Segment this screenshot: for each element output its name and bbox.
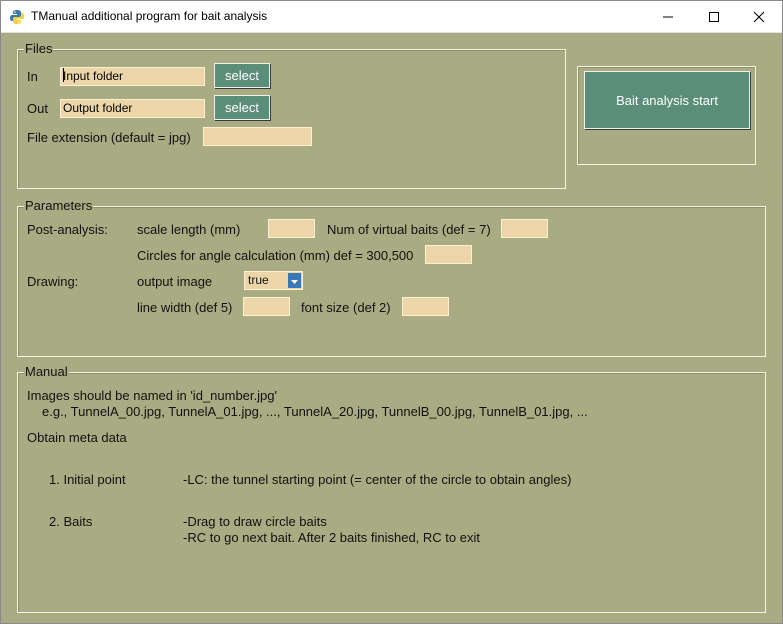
step2-description-2: -RC to go next bait. After 2 baits finis… bbox=[183, 530, 480, 545]
step2-description-1: -Drag to draw circle baits bbox=[183, 514, 327, 529]
select-output-button[interactable]: select bbox=[214, 95, 270, 120]
files-group: Files In Input folder select Out Output … bbox=[17, 41, 566, 189]
manual-line-meta: Obtain meta data bbox=[27, 430, 127, 445]
minimize-icon bbox=[663, 16, 673, 17]
in-label: In bbox=[27, 69, 38, 84]
manual-line-naming: Images should be named in 'id_number.jpg… bbox=[27, 388, 277, 403]
step1-description: -LC: the tunnel starting point (= center… bbox=[183, 472, 572, 487]
drawing-label: Drawing: bbox=[27, 274, 79, 289]
file-extension-label: File extension (default = jpg) bbox=[27, 130, 191, 145]
start-frame: Bait analysis start bbox=[577, 66, 756, 165]
text-cursor bbox=[63, 68, 64, 82]
python-logo-icon bbox=[9, 9, 25, 25]
title-bar[interactable]: TManual additional program for bait anal… bbox=[1, 1, 782, 33]
minimize-button[interactable] bbox=[645, 1, 691, 32]
maximize-icon bbox=[709, 11, 719, 22]
parameters-group: Parameters Post-analysis: scale length (… bbox=[17, 198, 766, 357]
manual-legend: Manual bbox=[24, 364, 69, 379]
output-folder-field[interactable]: Output folder bbox=[60, 99, 205, 118]
circles-label: Circles for angle calculation (mm) def =… bbox=[137, 248, 414, 263]
bait-analysis-start-button[interactable]: Bait analysis start bbox=[584, 71, 750, 129]
scale-length-label: scale length (mm) bbox=[137, 222, 241, 237]
step1-label: 1. Initial point bbox=[49, 472, 126, 487]
output-image-value: true bbox=[248, 273, 269, 287]
close-icon bbox=[753, 11, 765, 22]
num-baits-label: Num of virtual baits (def = 7) bbox=[327, 222, 491, 237]
close-button[interactable] bbox=[736, 1, 782, 32]
out-label: Out bbox=[27, 101, 48, 116]
scale-length-field[interactable] bbox=[268, 219, 315, 238]
circles-field[interactable] bbox=[425, 245, 472, 264]
window-title: TManual additional program for bait anal… bbox=[31, 9, 268, 23]
num-baits-field[interactable] bbox=[501, 219, 548, 238]
manual-group: Manual Images should be named in 'id_num… bbox=[17, 364, 766, 613]
select-input-button[interactable]: select bbox=[214, 63, 270, 88]
input-folder-field[interactable]: Input folder bbox=[60, 67, 205, 86]
file-extension-field[interactable] bbox=[203, 127, 312, 146]
step2-label: 2. Baits bbox=[49, 514, 93, 529]
maximize-button[interactable] bbox=[691, 1, 737, 32]
font-size-label: font size (def 2) bbox=[301, 300, 391, 315]
line-width-label: line width (def 5) bbox=[137, 300, 233, 315]
manual-line-example: e.g., TunnelA_00.jpg, TunnelA_01.jpg, ..… bbox=[42, 404, 588, 419]
app-window: TManual additional program for bait anal… bbox=[0, 0, 783, 624]
parameters-legend: Parameters bbox=[24, 198, 94, 213]
dropdown-arrow-icon[interactable] bbox=[288, 273, 301, 288]
line-width-field[interactable] bbox=[243, 297, 290, 316]
output-image-select[interactable]: true bbox=[244, 271, 303, 290]
files-legend: Files bbox=[24, 41, 54, 56]
post-analysis-label: Post-analysis: bbox=[27, 222, 108, 237]
font-size-field[interactable] bbox=[402, 297, 449, 316]
output-image-label: output image bbox=[137, 274, 213, 289]
